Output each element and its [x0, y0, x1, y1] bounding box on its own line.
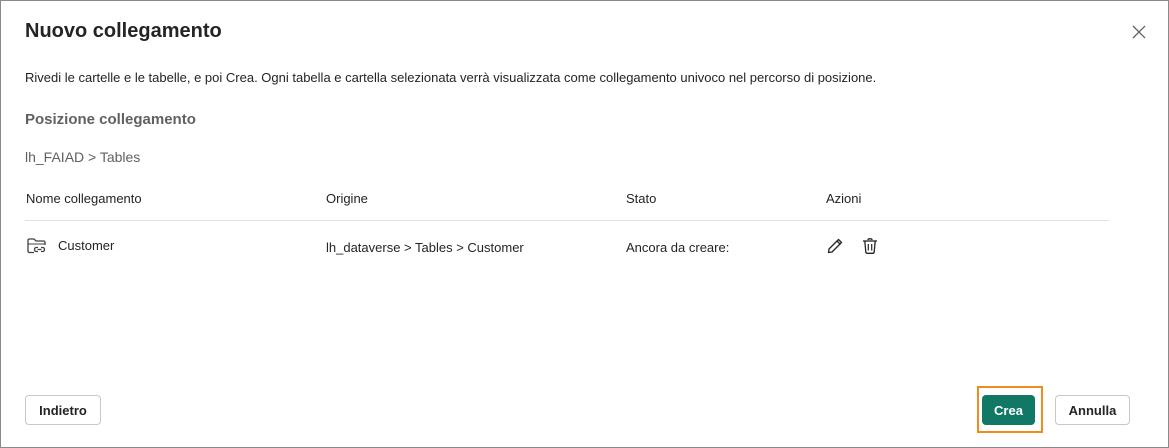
dialog-description: Rivedi le cartelle e le tabelle, e poi C… — [25, 70, 877, 85]
location-label: Posizione collegamento — [25, 111, 196, 128]
header-actions: Azioni — [826, 191, 862, 206]
table-header: Nome collegamento Origine Stato Azioni — [25, 185, 1109, 221]
cancel-button[interactable]: Annulla — [1055, 395, 1130, 425]
folder-link-icon — [26, 236, 48, 256]
delete-icon[interactable] — [861, 237, 879, 255]
edit-icon[interactable] — [826, 237, 844, 255]
dialog-title: Nuovo collegamento — [25, 20, 222, 42]
location-breadcrumb: lh_FAIAD > Tables — [25, 149, 141, 165]
close-icon[interactable] — [1130, 23, 1148, 41]
back-button[interactable]: Indietro — [25, 395, 101, 425]
table-row: Customer lh_dataverse > Tables > Custome… — [25, 221, 1109, 271]
header-name: Nome collegamento — [26, 191, 142, 206]
create-button[interactable]: Crea — [982, 395, 1035, 425]
row-origin: lh_dataverse > Tables > Customer — [326, 240, 524, 255]
shortcuts-table: Nome collegamento Origine Stato Azioni C… — [25, 185, 1109, 271]
row-name: Customer — [58, 238, 115, 253]
header-origin: Origine — [326, 191, 368, 206]
row-state: Ancora da creare: — [626, 240, 730, 255]
header-state: Stato — [626, 191, 657, 206]
new-shortcut-dialog: Nuovo collegamento Rivedi le cartelle e … — [0, 0, 1169, 448]
